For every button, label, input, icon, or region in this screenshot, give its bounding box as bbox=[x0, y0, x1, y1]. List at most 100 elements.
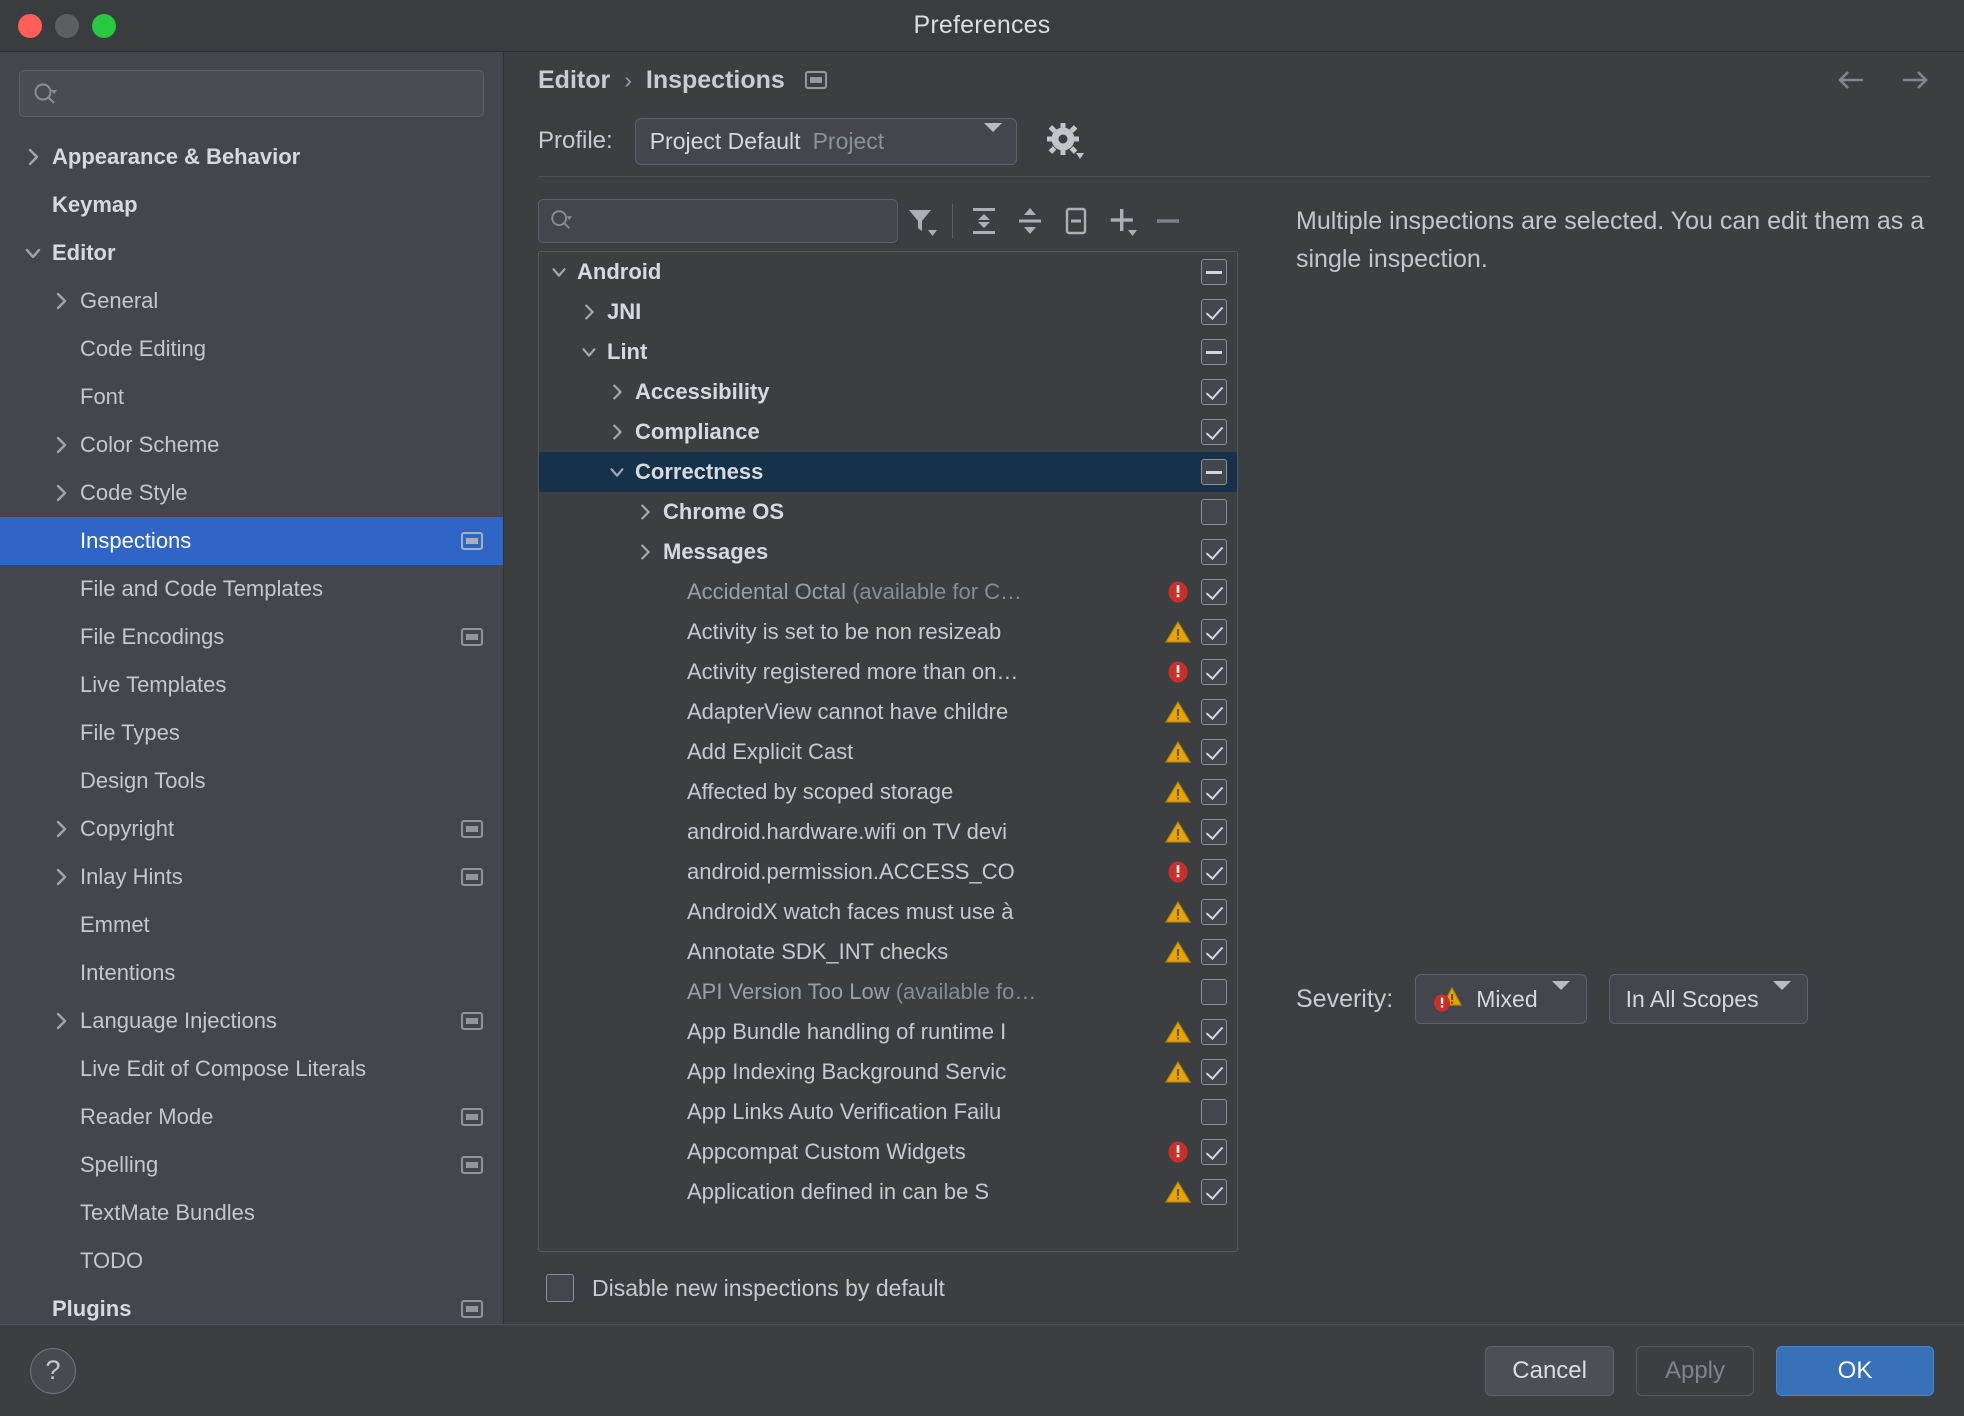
tree-row[interactable]: Annotate SDK_INT checks bbox=[539, 932, 1237, 972]
chevron-right-icon[interactable] bbox=[635, 542, 655, 562]
help-button[interactable]: ? bbox=[30, 1347, 76, 1394]
sidebar-item-code-style[interactable]: Code Style bbox=[0, 469, 503, 517]
sidebar-item-spelling[interactable]: Spelling bbox=[0, 1141, 503, 1189]
sidebar-item-appearance-behavior[interactable]: Appearance & Behavior bbox=[0, 133, 503, 181]
tree-row[interactable]: App Indexing Background Servic bbox=[539, 1052, 1237, 1092]
sidebar-search-input[interactable] bbox=[66, 82, 471, 105]
chevron-down-icon[interactable] bbox=[22, 242, 44, 264]
sidebar-search[interactable] bbox=[19, 70, 484, 117]
cancel-button[interactable]: Cancel bbox=[1485, 1345, 1614, 1396]
sidebar-item-live-templates[interactable]: Live Templates bbox=[0, 661, 503, 709]
collapse-all-icon[interactable] bbox=[1007, 198, 1053, 244]
chevron-right-icon[interactable] bbox=[50, 482, 72, 504]
tree-row-checkbox[interactable] bbox=[1201, 659, 1227, 685]
tree-row[interactable]: Messages bbox=[539, 532, 1237, 572]
add-icon[interactable] bbox=[1099, 198, 1145, 244]
tree-row-checkbox[interactable] bbox=[1201, 859, 1227, 885]
tree-row-checkbox[interactable] bbox=[1201, 1059, 1227, 1085]
tree-row-checkbox[interactable] bbox=[1201, 699, 1227, 725]
breadcrumb-parent[interactable]: Editor bbox=[538, 66, 610, 95]
disable-new-inspections-checkbox[interactable]: Disable new inspections by default bbox=[546, 1274, 945, 1302]
chevron-right-icon[interactable] bbox=[635, 502, 655, 522]
tree-row-checkbox[interactable] bbox=[1201, 539, 1227, 565]
chevron-right-icon[interactable] bbox=[50, 290, 72, 312]
tree-row-checkbox[interactable] bbox=[1201, 499, 1227, 525]
tree-row[interactable]: android.permission.ACCESS_CO bbox=[539, 852, 1237, 892]
tree-row[interactable]: Add Explicit Cast bbox=[539, 732, 1237, 772]
tree-row[interactable]: android.hardware.wifi on TV devi bbox=[539, 812, 1237, 852]
tree-row[interactable]: Application defined in can be S bbox=[539, 1172, 1237, 1212]
tree-row[interactable]: Compliance bbox=[539, 412, 1237, 452]
tree-row-checkbox[interactable] bbox=[1201, 579, 1227, 605]
tree-row[interactable]: AdapterView cannot have childre bbox=[539, 692, 1237, 732]
sidebar-item-color-scheme[interactable]: Color Scheme bbox=[0, 421, 503, 469]
tree-row-checkbox[interactable] bbox=[1201, 379, 1227, 405]
profile-dropdown[interactable]: Project Default Project bbox=[634, 117, 1017, 165]
tree-row[interactable]: Activity is set to be non resizeab bbox=[539, 612, 1237, 652]
gear-icon[interactable] bbox=[1045, 121, 1085, 161]
tree-row[interactable]: Chrome OS bbox=[539, 492, 1237, 532]
chevron-right-icon[interactable] bbox=[607, 422, 627, 442]
sidebar-item-font[interactable]: Font bbox=[0, 373, 503, 421]
tree-row-checkbox[interactable] bbox=[1201, 619, 1227, 645]
tree-row[interactable]: Accidental Octal (available for C… bbox=[539, 572, 1237, 612]
sidebar-item-plugins[interactable]: Plugins bbox=[0, 1285, 503, 1324]
ok-button[interactable]: OK bbox=[1776, 1345, 1934, 1396]
reset-icon[interactable] bbox=[1053, 198, 1099, 244]
tree-row[interactable]: Accessibility bbox=[539, 372, 1237, 412]
tree-row-checkbox[interactable] bbox=[1201, 1179, 1227, 1205]
filter-icon[interactable] bbox=[898, 198, 944, 244]
expand-all-icon[interactable] bbox=[961, 198, 1007, 244]
chevron-right-icon[interactable] bbox=[579, 302, 599, 322]
tree-row-checkbox[interactable] bbox=[1201, 1019, 1227, 1045]
sidebar-item-language-injections[interactable]: Language Injections bbox=[0, 997, 503, 1045]
sidebar-item-general[interactable]: General bbox=[0, 277, 503, 325]
tree-row[interactable]: AndroidX watch faces must use à bbox=[539, 892, 1237, 932]
tree-row[interactable]: API Version Too Low (available fo… bbox=[539, 972, 1237, 1012]
tree-row[interactable]: Appcompat Custom Widgets bbox=[539, 1132, 1237, 1172]
tree-row[interactable]: App Links Auto Verification Failu bbox=[539, 1092, 1237, 1132]
tree-row-checkbox[interactable] bbox=[1201, 979, 1227, 1005]
tree-row-checkbox[interactable] bbox=[1201, 459, 1227, 485]
sidebar-item-editor[interactable]: Editor bbox=[0, 229, 503, 277]
chevron-right-icon[interactable] bbox=[50, 1010, 72, 1032]
remove-icon[interactable] bbox=[1145, 198, 1191, 244]
tree-row-checkbox[interactable] bbox=[1201, 339, 1227, 365]
sidebar-item-todo[interactable]: TODO bbox=[0, 1237, 503, 1285]
tree-row-checkbox[interactable] bbox=[1201, 939, 1227, 965]
tree-row[interactable]: Affected by scoped storage bbox=[539, 772, 1237, 812]
severity-dropdown[interactable]: Mixed bbox=[1415, 974, 1587, 1024]
chevron-right-icon[interactable] bbox=[22, 146, 44, 168]
sidebar-item-keymap[interactable]: Keymap bbox=[0, 181, 503, 229]
sidebar-item-file-encodings[interactable]: File Encodings bbox=[0, 613, 503, 661]
tree-row-checkbox[interactable] bbox=[1201, 899, 1227, 925]
inspections-search[interactable] bbox=[538, 199, 898, 243]
chevron-down-icon[interactable] bbox=[607, 462, 627, 482]
back-arrow-icon[interactable] bbox=[1834, 67, 1868, 93]
tree-row[interactable]: Android bbox=[539, 252, 1237, 292]
tree-row-checkbox[interactable] bbox=[1201, 419, 1227, 445]
tree-row[interactable]: Correctness bbox=[539, 452, 1237, 492]
apply-button[interactable]: Apply bbox=[1636, 1345, 1754, 1396]
sidebar-item-intentions[interactable]: Intentions bbox=[0, 949, 503, 997]
sidebar-item-reader-mode[interactable]: Reader Mode bbox=[0, 1093, 503, 1141]
sidebar-item-textmate-bundles[interactable]: TextMate Bundles bbox=[0, 1189, 503, 1237]
tree-row-checkbox[interactable] bbox=[1201, 739, 1227, 765]
tree-row-checkbox[interactable] bbox=[1201, 1139, 1227, 1165]
checkbox-box[interactable] bbox=[546, 1274, 574, 1302]
chevron-right-icon[interactable] bbox=[50, 434, 72, 456]
sidebar-item-file-and-code-templates[interactable]: File and Code Templates bbox=[0, 565, 503, 613]
inspections-tree[interactable]: Android JNI Lint Accessibility Compliance Cor… bbox=[538, 251, 1238, 1252]
chevron-down-icon[interactable] bbox=[579, 342, 599, 362]
tree-row-checkbox[interactable] bbox=[1201, 779, 1227, 805]
chevron-right-icon[interactable] bbox=[50, 818, 72, 840]
forward-arrow-icon[interactable] bbox=[1898, 67, 1932, 93]
tree-row[interactable]: App Bundle handling of runtime I bbox=[539, 1012, 1237, 1052]
tree-row[interactable]: Activity registered more than on… bbox=[539, 652, 1237, 692]
chevron-right-icon[interactable] bbox=[50, 866, 72, 888]
sidebar-item-copyright[interactable]: Copyright bbox=[0, 805, 503, 853]
tree-row[interactable]: JNI bbox=[539, 292, 1237, 332]
sidebar-item-code-editing[interactable]: Code Editing bbox=[0, 325, 503, 373]
chevron-right-icon[interactable] bbox=[607, 382, 627, 402]
sidebar-item-inlay-hints[interactable]: Inlay Hints bbox=[0, 853, 503, 901]
